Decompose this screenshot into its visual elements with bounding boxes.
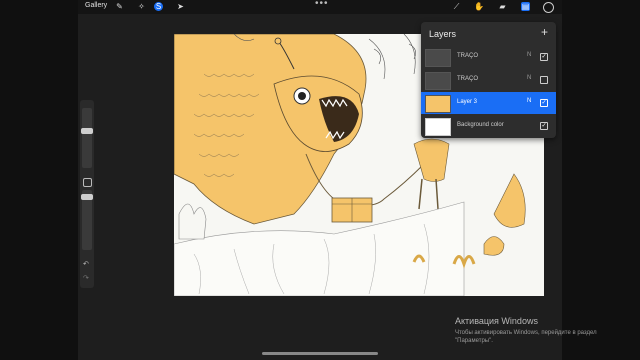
gallery-button[interactable]: Gallery bbox=[85, 2, 107, 9]
layer-name: Layer 3 bbox=[457, 99, 478, 105]
layer-row[interactable]: Background color ✓ bbox=[421, 115, 556, 137]
selection-icon[interactable]: S bbox=[154, 2, 163, 11]
layer-row[interactable]: TRAÇO N bbox=[421, 69, 556, 91]
layer-thumbnail bbox=[425, 95, 451, 113]
layer-name: TRAÇO bbox=[457, 76, 478, 82]
modify-button[interactable] bbox=[83, 178, 92, 187]
left-sidebar: ↶ ↷ bbox=[80, 100, 94, 288]
layer-name: Background color bbox=[457, 122, 504, 128]
smudge-icon[interactable]: ✋ bbox=[474, 2, 484, 11]
layers-panel: Layers + TRAÇO N ✓ TRAÇO N Layer 3 N ✓ B… bbox=[421, 22, 556, 138]
layers-icon[interactable]: ▤ bbox=[521, 2, 530, 11]
home-indicator[interactable] bbox=[262, 352, 378, 355]
layer-row-active[interactable]: Layer 3 N ✓ bbox=[421, 92, 556, 114]
visibility-checkbox[interactable] bbox=[540, 76, 548, 84]
layers-panel-title: Layers bbox=[429, 29, 457, 39]
layer-name: TRAÇO bbox=[457, 53, 478, 59]
redo-icon[interactable]: ↷ bbox=[83, 274, 89, 282]
brush-size-handle[interactable] bbox=[81, 128, 93, 134]
activation-watermark-text: Чтобы активировать Windows, перейдите в … bbox=[455, 330, 597, 344]
color-icon[interactable] bbox=[543, 2, 554, 13]
layer-row[interactable]: TRAÇO N ✓ bbox=[421, 46, 556, 68]
opacity-handle[interactable] bbox=[81, 194, 93, 200]
layer-thumbnail bbox=[425, 72, 451, 90]
wand-icon[interactable]: ✧ bbox=[137, 2, 146, 11]
brush-size-slider[interactable] bbox=[81, 108, 93, 168]
blend-mode-label[interactable]: N bbox=[527, 52, 531, 58]
transform-icon[interactable]: ➤ bbox=[176, 2, 185, 11]
add-layer-button[interactable]: + bbox=[541, 25, 548, 39]
layer-thumbnail bbox=[425, 118, 451, 136]
blend-mode-label[interactable]: N bbox=[527, 98, 531, 104]
brush-icon[interactable]: ⟋ bbox=[452, 2, 461, 11]
wrench-icon[interactable]: ✎ bbox=[115, 2, 124, 11]
visibility-checkbox[interactable]: ✓ bbox=[540, 53, 548, 61]
visibility-checkbox[interactable]: ✓ bbox=[540, 122, 548, 130]
visibility-checkbox[interactable]: ✓ bbox=[540, 99, 548, 107]
undo-icon[interactable]: ↶ bbox=[83, 260, 89, 268]
blend-mode-label[interactable]: N bbox=[527, 75, 531, 81]
more-menu-icon[interactable]: ••• bbox=[315, 0, 329, 9]
activation-watermark-title: Активация Windows bbox=[455, 316, 538, 326]
eraser-icon[interactable]: ▰ bbox=[498, 2, 507, 11]
opacity-slider[interactable] bbox=[81, 190, 93, 250]
layer-thumbnail bbox=[425, 49, 451, 67]
